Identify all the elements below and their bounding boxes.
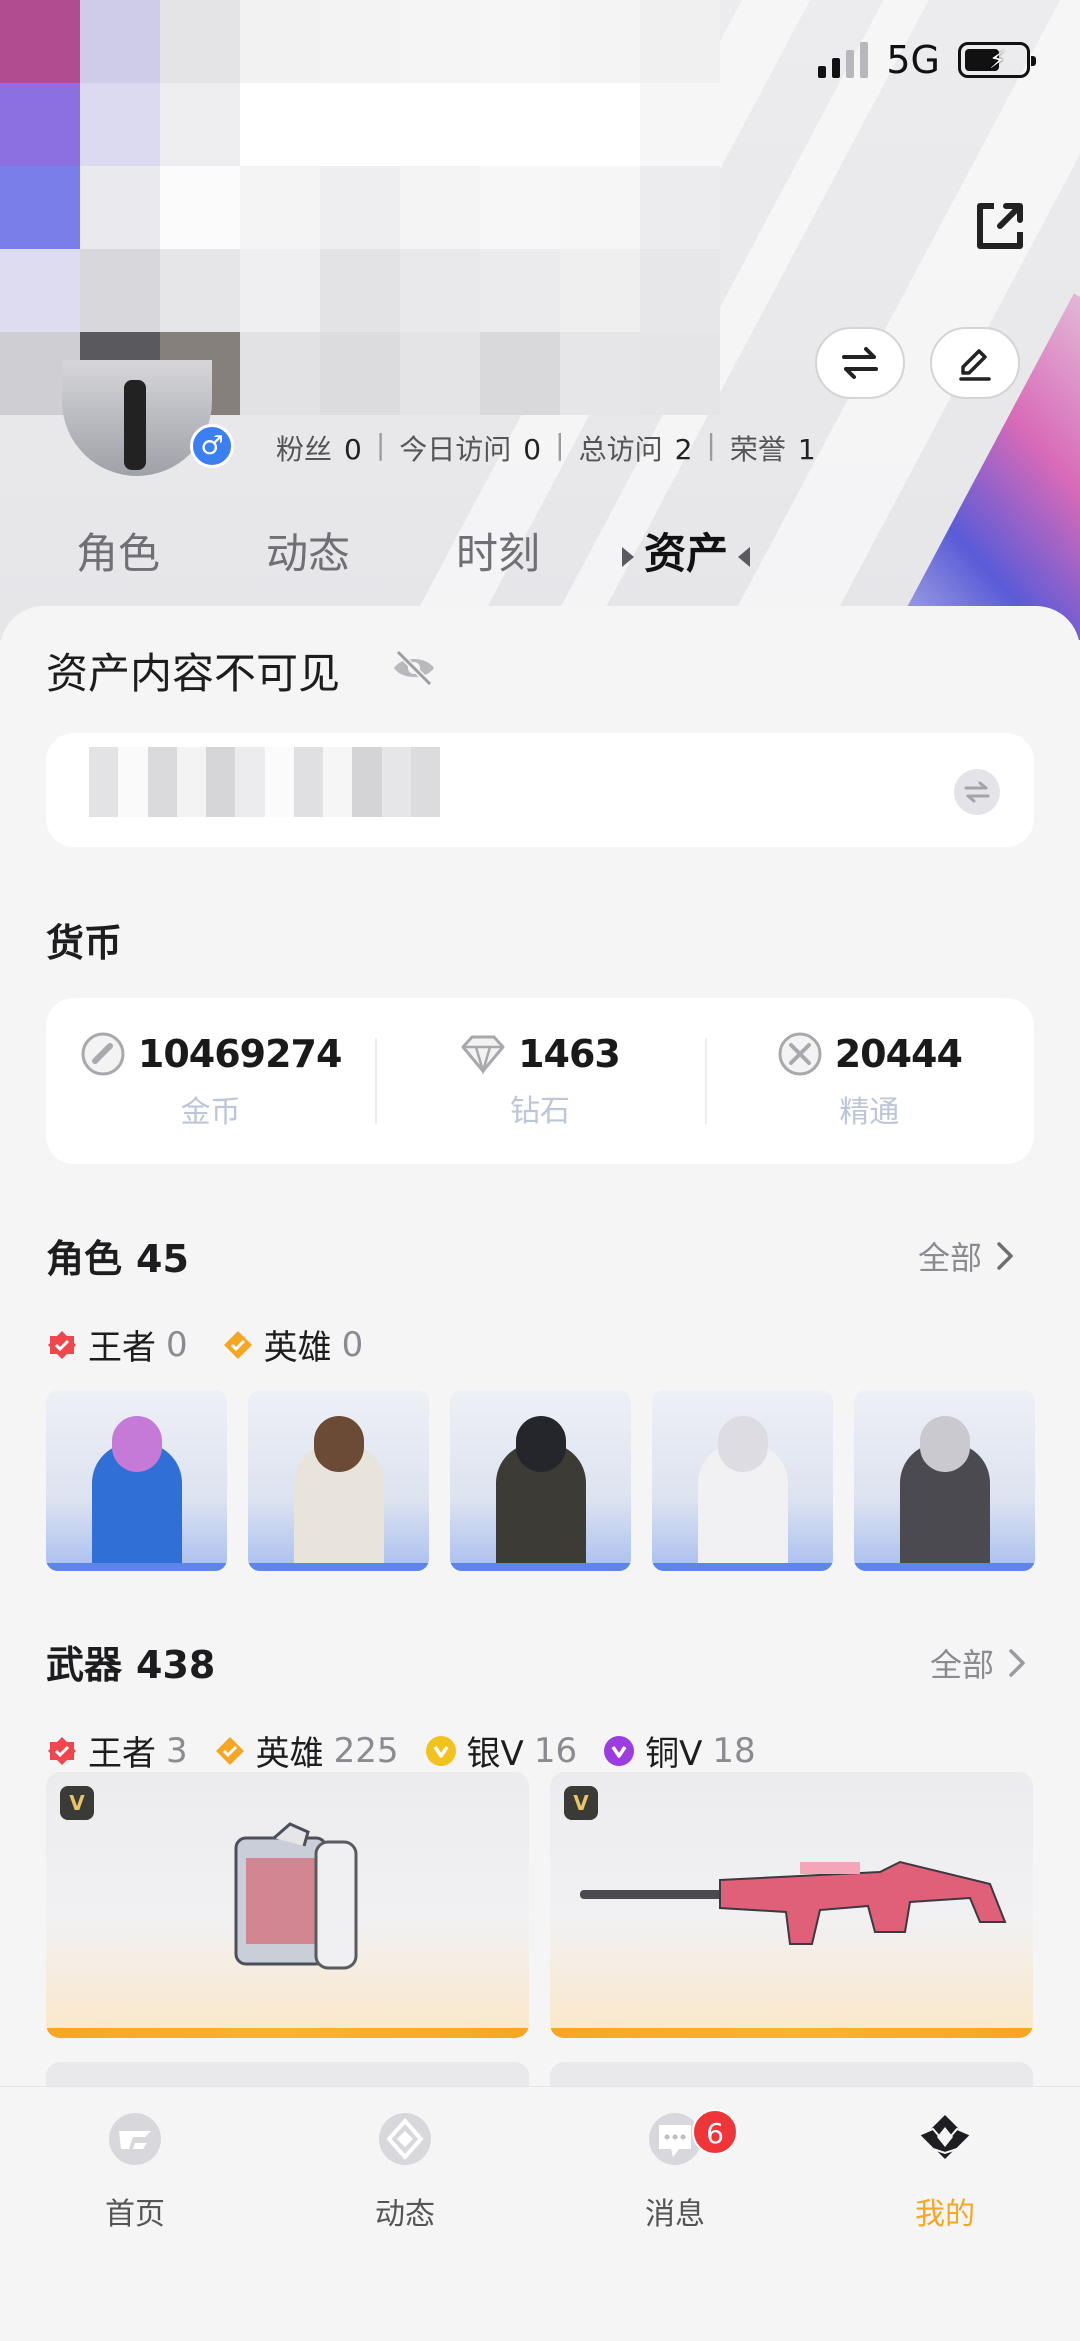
characters-title: 角色 45 <box>46 1237 189 1281</box>
weapons-all-link[interactable]: 全部 <box>930 1640 1026 1686</box>
diamond-label: 钻石 <box>509 1094 570 1129</box>
rarity-hero[interactable]: 英雄 0 <box>222 1320 363 1369</box>
app-root: 5G ⚡ ♂ 粉丝0 | 今日访问0 | 总访问2 | 荣誉1 角色 动 <box>0 0 1080 2341</box>
tab-assets[interactable]: 资产 <box>612 520 760 581</box>
swap-role-icon[interactable] <box>954 769 1000 815</box>
tab-feed[interactable]: 动态 <box>266 520 350 581</box>
weapon-card[interactable]: V <box>550 1772 1033 2038</box>
v-badge-icon: V <box>564 1786 598 1820</box>
character-card[interactable] <box>46 1390 227 1571</box>
switch-account-button[interactable] <box>815 327 905 399</box>
mastery-label: 精通 <box>839 1095 900 1130</box>
bronze-v-badge-icon <box>604 1735 635 1766</box>
characters-all-link[interactable]: 全部 <box>918 1233 1014 1279</box>
profile-tabs: 角色 动态 时刻 资产 <box>0 520 1080 590</box>
character-card[interactable] <box>854 1390 1035 1571</box>
share-icon[interactable] <box>970 196 1030 256</box>
tab-characters[interactable]: 角色 <box>76 520 160 581</box>
nav-feed[interactable]: 动态 <box>270 2109 540 2233</box>
currency-gold: 10469274 金币 <box>46 998 375 1164</box>
king-badge-icon <box>48 1736 76 1765</box>
battery-icon: ⚡ <box>958 42 1036 78</box>
gold-label: 金币 <box>180 1095 241 1130</box>
nav-home[interactable]: 首页 <box>0 2109 270 2233</box>
currency-mastery: 20444 精通 <box>704 998 1034 1164</box>
stat-today-visits[interactable]: 今日访问 0 <box>399 428 541 468</box>
hidden-eye-icon <box>390 648 438 688</box>
tab-indicator-left <box>622 546 634 567</box>
tab-moments[interactable]: 时刻 <box>456 520 540 581</box>
signal-icon <box>818 42 869 78</box>
home-icon <box>109 2113 161 2165</box>
character-list <box>46 1390 1035 1571</box>
currency-diamond: 1463 钻石 <box>375 998 704 1164</box>
rarity-king[interactable]: 王者 0 <box>46 1320 188 1369</box>
silver-v-badge-icon <box>425 1735 456 1766</box>
currency-title: 货币 <box>46 921 123 965</box>
unread-badge: 6 <box>692 2109 738 2155</box>
rifle-image <box>580 1860 1007 1945</box>
stat-fans[interactable]: 粉丝 0 <box>276 428 362 468</box>
mastery-icon <box>778 1032 822 1076</box>
chevron-right-icon <box>1009 1649 1025 1677</box>
server-role-selector[interactable] <box>46 733 1034 847</box>
redacted-mosaic <box>0 0 720 415</box>
tab-indicator-right <box>738 546 751 567</box>
rarity-silver-v[interactable]: 银V 16 <box>425 1726 577 1775</box>
swap-icon <box>842 347 878 379</box>
rarity-king[interactable]: 王者 3 <box>46 1726 188 1775</box>
currency-card: 10469274 金币 1463 钻石 20444 精通 <box>46 998 1034 1164</box>
stat-total-visits[interactable]: 总访问 2 <box>579 428 693 468</box>
edit-icon <box>959 349 991 381</box>
chevron-right-icon <box>997 1242 1013 1270</box>
stat-honor[interactable]: 荣誉 1 <box>730 428 816 468</box>
male-icon: ♂ <box>190 424 234 468</box>
mastery-value: 20444 <box>834 1032 963 1076</box>
assets-hidden-title: 资产内容不可见 <box>46 649 341 698</box>
feed-icon <box>379 2113 431 2165</box>
character-card[interactable] <box>450 1390 631 1571</box>
v-badge-icon: V <box>60 1786 94 1820</box>
nav-messages[interactable]: 6 消息 <box>540 2109 810 2233</box>
weapon-card[interactable]: V <box>46 1772 529 2038</box>
weapons-title: 武器 438 <box>46 1643 216 1687</box>
gold-value: 10469274 <box>137 1032 343 1076</box>
hero-badge-icon <box>223 1330 252 1359</box>
rarity-hero[interactable]: 英雄 225 <box>214 1726 399 1775</box>
character-card[interactable] <box>248 1390 429 1571</box>
diamond-value: 1463 <box>518 1032 621 1076</box>
status-bar: 5G ⚡ <box>818 38 1036 82</box>
weapon-rarity-filters: 王者 3 英雄 225 银V 16 铜V 18 <box>46 1726 756 1775</box>
character-rarity-filters: 王者 0 英雄 0 <box>46 1320 363 1369</box>
weapon-list: V V <box>46 1772 1033 2038</box>
redacted-role-name <box>60 747 441 817</box>
grenade-image <box>234 1822 358 1970</box>
hero-badge-icon <box>215 1736 244 1765</box>
profile-stats: 粉丝 0 | 今日访问 0 | 总访问 2 | 荣誉 1 <box>276 428 816 468</box>
edit-profile-button[interactable] <box>930 327 1020 399</box>
profile-icon <box>917 2115 973 2159</box>
character-card[interactable] <box>652 1390 833 1571</box>
king-badge-icon <box>48 1330 76 1359</box>
network-type: 5G <box>886 38 940 82</box>
gold-coin-icon <box>81 1032 125 1076</box>
bottom-navigation: 首页 动态 6 消息 我的 <box>0 2086 1080 2341</box>
nav-profile[interactable]: 我的 <box>810 2109 1080 2233</box>
rarity-bronze-v[interactable]: 铜V 18 <box>603 1726 756 1775</box>
diamond-icon <box>461 1035 505 1074</box>
